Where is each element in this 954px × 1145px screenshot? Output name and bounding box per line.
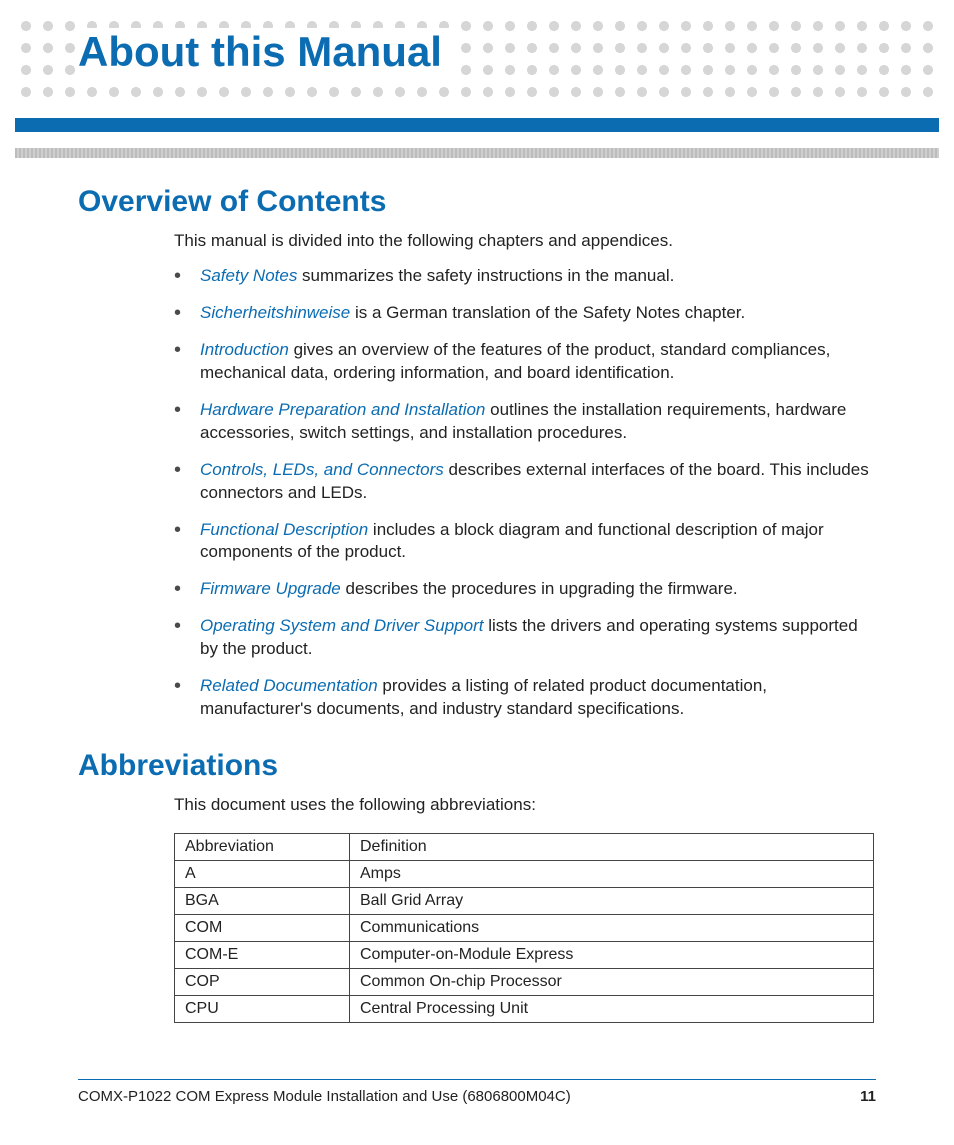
table-row: COPCommon On-chip Processor	[175, 969, 874, 996]
list-item: Safety Notes summarizes the safety instr…	[174, 265, 876, 288]
chapter-link[interactable]: Safety Notes	[200, 266, 297, 285]
list-item: Introduction gives an overview of the fe…	[174, 339, 876, 385]
section-heading-overview: Overview of Contents	[78, 185, 876, 219]
abbr-cell: A	[175, 861, 350, 888]
chapter-link[interactable]: Related Documentation	[200, 676, 378, 695]
chapter-link[interactable]: Introduction	[200, 340, 289, 359]
abbr-cell: COM	[175, 915, 350, 942]
footer-page-number: 11	[860, 1088, 876, 1105]
chapter-link[interactable]: Operating System and Driver Support	[200, 616, 483, 635]
chapter-link[interactable]: Hardware Preparation and Installation	[200, 400, 485, 419]
table-row: COMCommunications	[175, 915, 874, 942]
def-cell: Communications	[350, 915, 874, 942]
chapter-link[interactable]: Firmware Upgrade	[200, 579, 341, 598]
chapter-title: About this Manual	[78, 28, 450, 76]
abbr-cell: COP	[175, 969, 350, 996]
list-item: Firmware Upgrade describes the procedure…	[174, 578, 876, 601]
abbr-cell: CPU	[175, 996, 350, 1023]
overview-intro: This manual is divided into the followin…	[174, 231, 876, 251]
list-item-text: gives an overview of the features of the…	[200, 340, 830, 382]
section-heading-abbreviations: Abbreviations	[78, 749, 876, 783]
abbreviations-table: Abbreviation Definition AAmps BGABall Gr…	[174, 833, 874, 1023]
header-blue-bar	[15, 118, 939, 132]
def-cell: Amps	[350, 861, 874, 888]
table-row: COM-EComputer-on-Module Express	[175, 942, 874, 969]
header-gray-bar	[15, 148, 939, 158]
overview-list: Safety Notes summarizes the safety instr…	[174, 265, 876, 721]
def-cell: Central Processing Unit	[350, 996, 874, 1023]
table-row: AAmps	[175, 861, 874, 888]
list-item-text: is a German translation of the Safety No…	[350, 303, 745, 322]
list-item: Operating System and Driver Support list…	[174, 615, 876, 661]
footer-rule	[78, 1079, 876, 1080]
table-header-abbreviation: Abbreviation	[175, 834, 350, 861]
page-footer: COMX-P1022 COM Express Module Installati…	[78, 1079, 876, 1105]
list-item: Sicherheitshinweise is a German translat…	[174, 302, 876, 325]
footer-doc-title: COMX-P1022 COM Express Module Installati…	[78, 1088, 571, 1105]
list-item-text: describes the procedures in upgrading th…	[341, 579, 738, 598]
def-cell: Ball Grid Array	[350, 888, 874, 915]
list-item: Related Documentation provides a listing…	[174, 675, 876, 721]
table-row: BGABall Grid Array	[175, 888, 874, 915]
list-item: Controls, LEDs, and Connectors describes…	[174, 459, 876, 505]
abbr-cell: BGA	[175, 888, 350, 915]
abbr-cell: COM-E	[175, 942, 350, 969]
def-cell: Computer-on-Module Express	[350, 942, 874, 969]
abbreviations-intro: This document uses the following abbrevi…	[174, 795, 876, 815]
list-item-text: summarizes the safety instructions in th…	[297, 266, 674, 285]
table-header-definition: Definition	[350, 834, 874, 861]
list-item: Hardware Preparation and Installation ou…	[174, 399, 876, 445]
chapter-link[interactable]: Functional Description	[200, 520, 368, 539]
table-header-row: Abbreviation Definition	[175, 834, 874, 861]
chapter-link[interactable]: Controls, LEDs, and Connectors	[200, 460, 444, 479]
def-cell: Common On-chip Processor	[350, 969, 874, 996]
list-item: Functional Description includes a block …	[174, 519, 876, 565]
table-row: CPUCentral Processing Unit	[175, 996, 874, 1023]
chapter-link[interactable]: Sicherheitshinweise	[200, 303, 350, 322]
